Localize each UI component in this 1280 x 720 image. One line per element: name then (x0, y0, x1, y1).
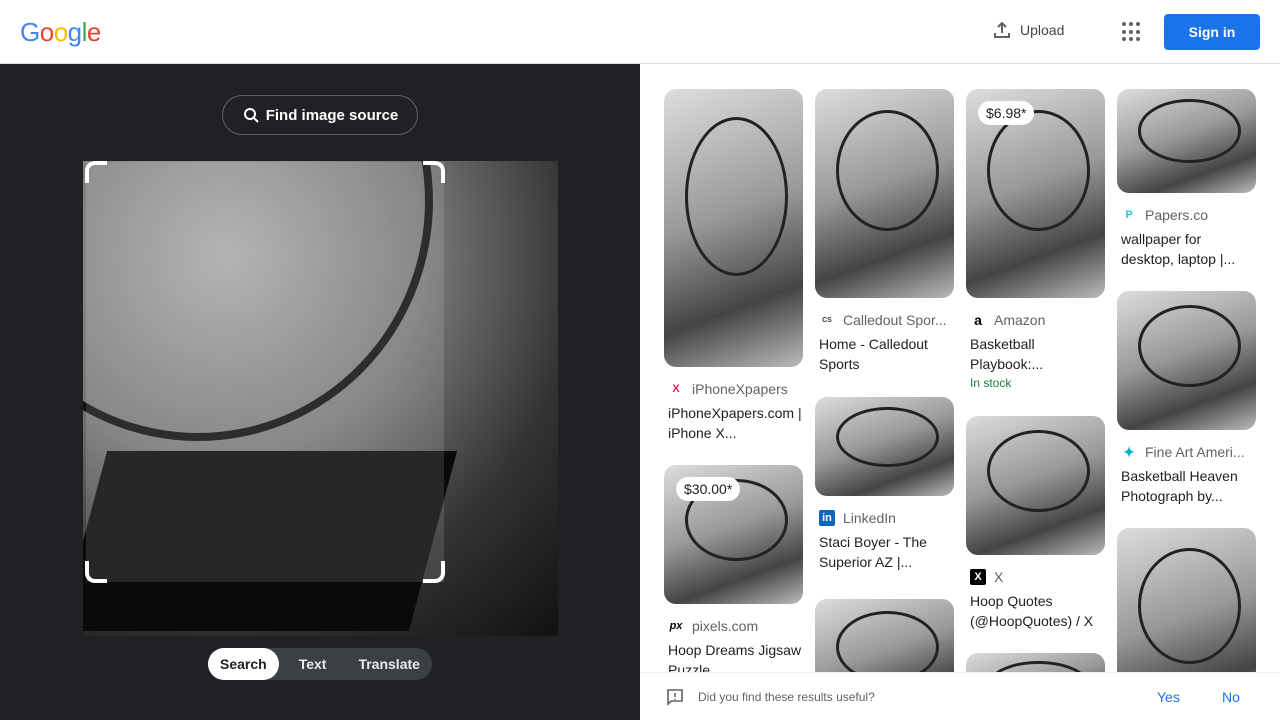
apps-grid-icon[interactable] (1122, 22, 1142, 42)
result-title[interactable]: Home - Calledout Sports (815, 334, 954, 374)
result-source: LinkedIn (843, 510, 896, 526)
result-image[interactable] (815, 89, 954, 298)
feedback-question: Did you find these results useful? (698, 689, 875, 704)
crop-handle-top-left[interactable] (85, 161, 107, 183)
price-badge: $6.98* (978, 101, 1035, 125)
feedback-bar: Did you find these results useful? Yes N… (640, 672, 1280, 720)
papers-favicon: P (1125, 209, 1133, 221)
feedback-icon (667, 688, 683, 706)
result-card[interactable]: CS Calledout Spor... Home - Calledout Spo… (815, 89, 954, 374)
result-title[interactable]: Basketball Heaven Photograph by... (1117, 466, 1256, 506)
result-source: iPhoneXpapers (692, 381, 788, 397)
result-title[interactable]: Staci Boyer - The Superior AZ |... (815, 532, 954, 572)
amazon-favicon: a (974, 312, 982, 328)
crop-handle-bottom-left[interactable] (85, 561, 107, 583)
feedback-no-button[interactable]: No (1222, 689, 1240, 705)
result-source: Fine Art Ameri... (1145, 444, 1245, 460)
result-title[interactable]: iPhoneXpapers.com | iPhone X... (664, 403, 803, 443)
find-image-source-button[interactable]: Find image source (222, 95, 418, 135)
result-source: pixels.com (692, 618, 759, 634)
tab-search[interactable]: Search (208, 648, 279, 680)
result-source: Calledout Spor... (843, 312, 947, 328)
lens-mode-tabs: Search Text Translate (208, 648, 432, 680)
result-image[interactable] (664, 89, 803, 367)
result-source: Amazon (994, 312, 1046, 328)
upload-button[interactable]: Upload (992, 20, 1064, 40)
result-source: X (994, 569, 1004, 585)
find-image-source-label: Find image source (265, 106, 399, 124)
tab-translate[interactable]: Translate (346, 648, 431, 680)
stock-status: In stock (970, 376, 1012, 390)
pixels-favicon: px (669, 620, 683, 632)
result-image[interactable] (1117, 89, 1256, 193)
lens-panel: Find image source Search Text Translate (0, 64, 640, 720)
header: Google Upload Sign in (0, 0, 1280, 64)
upload-label: Upload (1020, 22, 1065, 38)
result-image[interactable]: $6.98* (966, 89, 1105, 298)
feedback-yes-button[interactable]: Yes (1157, 689, 1180, 705)
result-title[interactable]: Hoop Quotes (@HoopQuotes) / X (966, 591, 1105, 631)
linkedin-favicon: in (819, 510, 835, 526)
crop-selection[interactable] (86, 162, 444, 582)
results-grid: XiPhoneXpapers iPhoneXpapers.com | iPhon… (640, 64, 1280, 720)
x-favicon: X (970, 569, 986, 585)
result-card[interactable]: XiPhoneXpapers iPhoneXpapers.com | iPhon… (664, 89, 803, 443)
result-card[interactable]: $30.00* px pixels.com Hoop Dreams Jigsaw … (664, 465, 803, 680)
result-image[interactable] (815, 397, 954, 496)
crop-handle-bottom-right[interactable] (423, 561, 445, 583)
result-card[interactable]: ✦ Fine Art Ameri... Basketball Heaven Pho… (1117, 291, 1256, 506)
price-badge: $30.00* (676, 477, 741, 501)
result-card[interactable]: $6.98* a Amazon Basketball Playbook:... I… (966, 89, 1105, 390)
lens-search-icon (243, 108, 259, 123)
upload-icon (994, 21, 1010, 38)
result-image[interactable]: $30.00* (664, 465, 803, 604)
calledout-favicon: CS (822, 316, 832, 324)
iphonexpapers-favicon: X (672, 383, 680, 395)
google-logo[interactable]: Google (20, 17, 101, 48)
sign-in-button[interactable]: Sign in (1164, 14, 1260, 50)
result-card[interactable]: in LinkedIn Staci Boyer - The Superior AZ… (815, 397, 954, 572)
result-card[interactable]: XX Hoop Quotes (@HoopQuotes) / X (966, 416, 1105, 631)
result-image[interactable] (1117, 291, 1256, 430)
crop-handle-top-right[interactable] (423, 161, 445, 183)
result-title[interactable]: Basketball Playbook:... (966, 334, 1105, 374)
result-image[interactable] (966, 416, 1105, 555)
fine-art-america-favicon: ✦ (1123, 444, 1135, 460)
result-title[interactable]: wallpaper for desktop, laptop |... (1117, 229, 1256, 269)
result-card[interactable]: P Papers.co wallpaper for desktop, laptop… (1117, 89, 1256, 269)
result-source: Papers.co (1145, 207, 1209, 223)
tab-text[interactable]: Text (279, 648, 347, 680)
